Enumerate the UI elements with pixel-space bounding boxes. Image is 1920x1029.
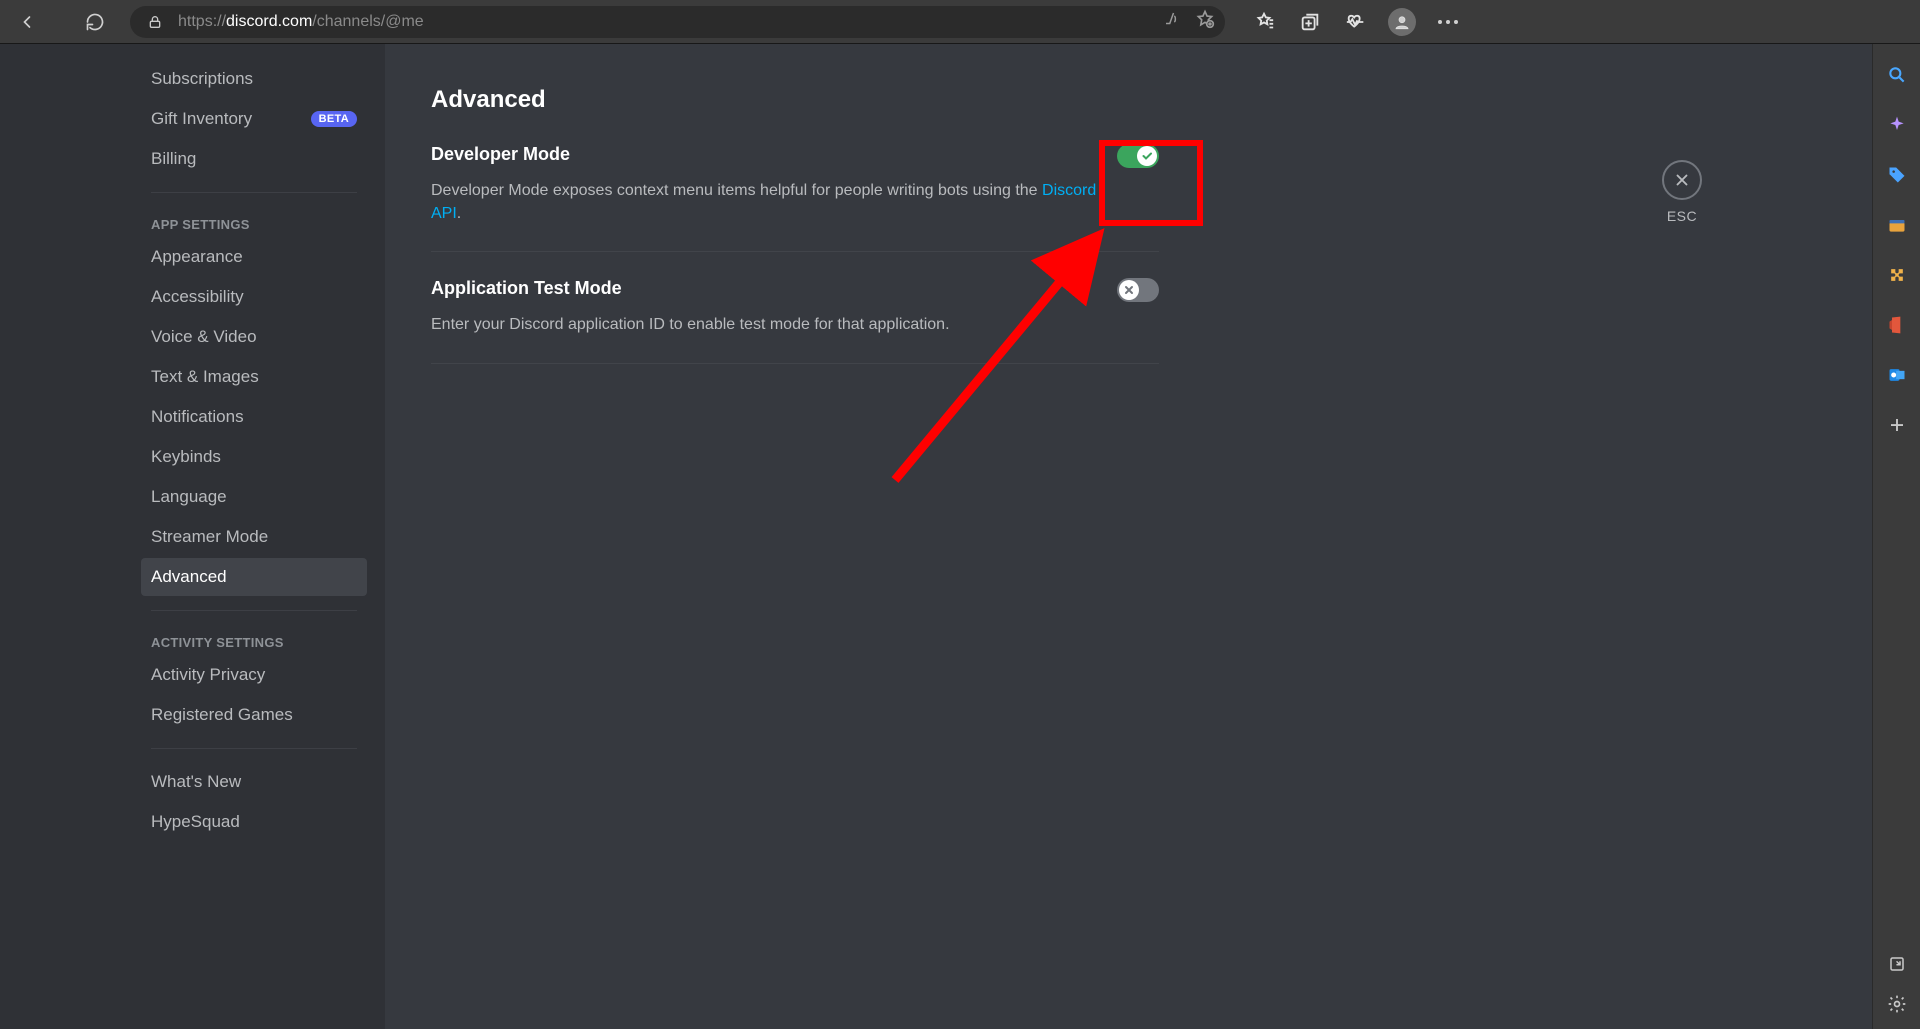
setting-description: Developer Mode exposes context menu item…	[431, 179, 1111, 225]
settings-sidebar: Subscriptions Gift Inventory BETA Billin…	[0, 44, 385, 1029]
sidebar-item-label: Appearance	[151, 247, 243, 267]
sidebar-item-notifications[interactable]: Notifications	[141, 398, 367, 436]
sidebar-item-label: Accessibility	[151, 287, 244, 307]
office-icon[interactable]	[1886, 314, 1908, 336]
close-settings: ESC	[1662, 160, 1702, 224]
sidebar-item-whats-new[interactable]: What's New	[141, 763, 367, 801]
sidebar-separator	[151, 748, 357, 749]
toggle-application-test-mode[interactable]	[1117, 278, 1159, 302]
sparkle-icon[interactable]	[1886, 114, 1908, 136]
sidebar-item-billing[interactable]: Billing	[141, 140, 367, 178]
sidebar-item-label: Advanced	[151, 567, 227, 587]
sidebar-item-text-images[interactable]: Text & Images	[141, 358, 367, 396]
app-workspace: Subscriptions Gift Inventory BETA Billin…	[0, 44, 1920, 1029]
sidebar-item-label: Voice & Video	[151, 327, 257, 347]
check-icon	[1137, 146, 1157, 166]
back-button[interactable]	[10, 5, 44, 39]
close-icon	[1119, 280, 1139, 300]
favorite-star-icon[interactable]	[1195, 9, 1215, 34]
sidebar-separator	[151, 610, 357, 611]
toolbox-icon[interactable]	[1886, 214, 1908, 236]
setting-title: Application Test Mode	[431, 278, 1159, 299]
sidebar-item-activity-privacy[interactable]: Activity Privacy	[141, 656, 367, 694]
health-icon[interactable]	[1339, 5, 1373, 39]
tag-icon[interactable]	[1886, 164, 1908, 186]
sidebar-item-label: Gift Inventory	[151, 109, 252, 129]
more-menu-button[interactable]	[1431, 5, 1465, 39]
sidebar-item-label: Text & Images	[151, 367, 259, 387]
sidebar-item-label: Notifications	[151, 407, 244, 427]
sidebar-item-label: Activity Privacy	[151, 665, 265, 685]
setting-description: Enter your Discord application ID to ena…	[431, 313, 1111, 336]
sidebar-item-label: Keybinds	[151, 447, 221, 467]
sidebar-item-hypesquad[interactable]: HypeSquad	[141, 803, 367, 841]
collections-icon[interactable]	[1293, 5, 1327, 39]
sidebar-item-gift-inventory[interactable]: Gift Inventory BETA	[141, 100, 367, 138]
sidebar-item-label: Streamer Mode	[151, 527, 268, 547]
sidebar-item-subscriptions[interactable]: Subscriptions	[141, 60, 367, 98]
sidebar-header-activity-settings: ACTIVITY SETTINGS	[141, 625, 367, 656]
puzzle-icon[interactable]	[1886, 264, 1908, 286]
browser-edge-sidebar	[1872, 44, 1920, 1029]
sidebar-item-voice-video[interactable]: Voice & Video	[141, 318, 367, 356]
refresh-button[interactable]	[78, 5, 112, 39]
settings-gear-icon[interactable]	[1886, 993, 1908, 1015]
sidebar-item-label: What's New	[151, 772, 241, 792]
add-sidebar-icon[interactable]	[1886, 414, 1908, 436]
favorites-list-icon[interactable]	[1247, 5, 1281, 39]
sidebar-header-app-settings: APP SETTINGS	[141, 207, 367, 238]
sidebar-separator	[151, 192, 357, 193]
sidebar-item-keybinds[interactable]: Keybinds	[141, 438, 367, 476]
sidebar-item-label: Billing	[151, 149, 196, 169]
url-text: https://discord.com/channels/@me	[178, 13, 424, 31]
sidebar-item-registered-games[interactable]: Registered Games	[141, 696, 367, 734]
address-bar[interactable]: https://discord.com/channels/@me	[130, 6, 1225, 38]
fullscreen-icon[interactable]	[1886, 953, 1908, 975]
sidebar-item-advanced[interactable]: Advanced	[141, 558, 367, 596]
setting-title: Developer Mode	[431, 144, 1159, 165]
close-button[interactable]	[1662, 160, 1702, 200]
profile-avatar[interactable]	[1385, 5, 1419, 39]
search-icon[interactable]	[1886, 64, 1908, 86]
sidebar-item-label: HypeSquad	[151, 812, 240, 832]
sidebar-item-label: Registered Games	[151, 705, 293, 725]
sidebar-item-accessibility[interactable]: Accessibility	[141, 278, 367, 316]
sidebar-item-label: Subscriptions	[151, 69, 253, 89]
setting-application-test-mode: Application Test Mode Enter your Discord…	[431, 278, 1159, 363]
sidebar-item-label: Language	[151, 487, 227, 507]
setting-developer-mode: Developer Mode Developer Mode exposes co…	[431, 144, 1159, 252]
beta-badge: BETA	[311, 111, 357, 127]
esc-label: ESC	[1662, 208, 1702, 224]
outlook-icon[interactable]	[1886, 364, 1908, 386]
sidebar-item-appearance[interactable]: Appearance	[141, 238, 367, 276]
sidebar-item-streamer-mode[interactable]: Streamer Mode	[141, 518, 367, 556]
browser-toolbar: https://discord.com/channels/@me	[0, 0, 1920, 44]
page-title: Advanced	[431, 86, 1159, 114]
toggle-developer-mode[interactable]	[1117, 144, 1159, 168]
lock-icon	[146, 14, 164, 30]
settings-content: Advanced Developer Mode Developer Mode e…	[385, 44, 1872, 1029]
read-aloud-icon[interactable]	[1163, 10, 1181, 33]
sidebar-item-language[interactable]: Language	[141, 478, 367, 516]
